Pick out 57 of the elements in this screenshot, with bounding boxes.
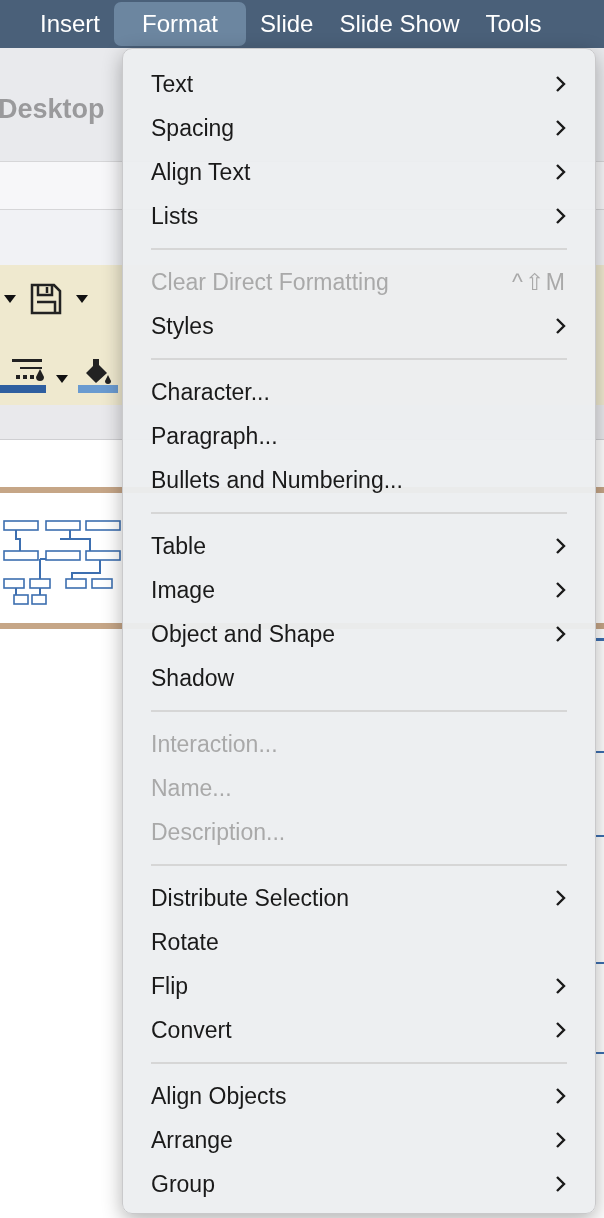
- chevron-right-icon: [555, 207, 567, 225]
- chevron-right-icon: [555, 1131, 567, 1149]
- fill-format-icon: [10, 357, 46, 383]
- menu-item[interactable]: Object and Shape: [123, 612, 595, 656]
- chevron-right-icon: [555, 889, 567, 907]
- chart-node: [31, 594, 47, 605]
- chevron-right-icon: [555, 163, 567, 181]
- menu-item[interactable]: Flip: [123, 964, 595, 1008]
- dropdown-arrow-icon: [56, 375, 68, 383]
- menu-bar-item[interactable]: Slide Show: [327, 2, 472, 46]
- chart-node: [13, 594, 29, 605]
- menu-item[interactable]: Styles: [123, 304, 595, 348]
- menu-item[interactable]: Arrange: [123, 1118, 595, 1162]
- chart-node: [3, 550, 39, 561]
- menu-item[interactable]: Rotate: [123, 920, 595, 964]
- menu-item[interactable]: Align Text: [123, 150, 595, 194]
- menu-item[interactable]: Bullets and Numbering...: [123, 458, 595, 502]
- chart-node: [45, 520, 81, 531]
- menu-item[interactable]: Paragraph...: [123, 414, 595, 458]
- chart-node: [45, 550, 81, 561]
- menu-bar-item[interactable]: Slide: [248, 2, 326, 46]
- chart-node: [3, 520, 39, 531]
- shortcut-text: ^⇧M: [512, 267, 567, 297]
- dropdown-arrow-icon: [4, 295, 16, 303]
- menu-item[interactable]: Character...: [123, 370, 595, 414]
- chevron-right-icon: [555, 977, 567, 995]
- menu-item[interactable]: Align Objects: [123, 1074, 595, 1118]
- chevron-right-icon: [555, 1087, 567, 1105]
- chevron-right-icon: [555, 75, 567, 93]
- menu-item[interactable]: Image: [123, 568, 595, 612]
- chart-node: [3, 578, 25, 589]
- chevron-right-icon: [555, 1175, 567, 1193]
- window-title: Desktop: [0, 93, 105, 127]
- chart-node: [85, 520, 121, 531]
- menu-item[interactable]: Distribute Selection: [123, 876, 595, 920]
- save-icon: [30, 283, 62, 315]
- menu-item[interactable]: Convert: [123, 1008, 595, 1052]
- menu-bar-item[interactable]: Format: [114, 2, 247, 46]
- chevron-right-icon: [555, 119, 567, 137]
- chart-node: [91, 578, 113, 589]
- chevron-right-icon: [555, 581, 567, 599]
- menu-item[interactable]: Table: [123, 524, 595, 568]
- menu-bar-item[interactable]: Insert: [28, 2, 113, 46]
- menu-item[interactable]: Text: [123, 62, 595, 106]
- chevron-right-icon: [555, 537, 567, 555]
- chart-node: [29, 578, 51, 589]
- menu-item[interactable]: Lists: [123, 194, 595, 238]
- chart-node: [65, 578, 87, 589]
- chart-node: [85, 550, 121, 561]
- chevron-right-icon: [555, 317, 567, 335]
- menu-item[interactable]: Group: [123, 1162, 595, 1206]
- menu-bar-item[interactable]: Tools: [473, 2, 554, 46]
- menu-item[interactable]: Shadow: [123, 656, 595, 700]
- chevron-right-icon: [555, 625, 567, 643]
- chevron-right-icon: [555, 1021, 567, 1039]
- dropdown-arrow-icon: [76, 295, 88, 303]
- menu-item[interactable]: Spacing: [123, 106, 595, 150]
